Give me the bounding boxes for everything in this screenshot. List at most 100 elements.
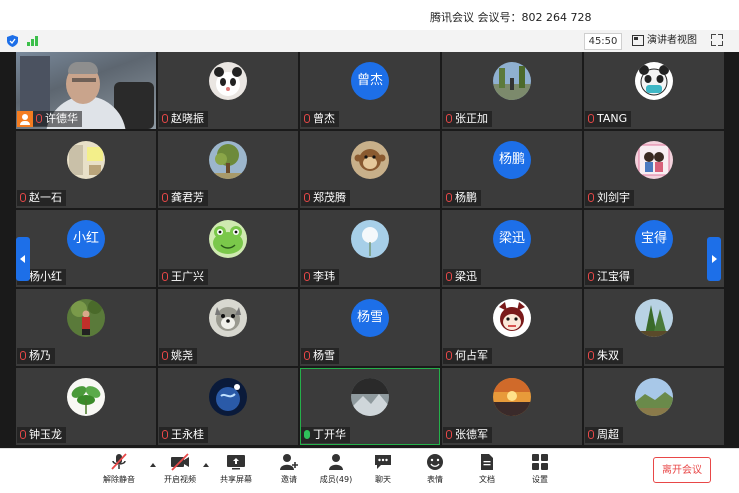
participant-name: 李玮 bbox=[313, 270, 335, 283]
participant-tile[interactable]: 曾杰 曾杰 bbox=[300, 52, 440, 129]
participant-tile[interactable]: 刘剑宇 bbox=[584, 131, 724, 208]
docs-label: 文档 bbox=[479, 475, 495, 484]
participant-name: 郑茂腾 bbox=[313, 191, 346, 204]
participant-tile[interactable]: 许德华 bbox=[16, 52, 156, 129]
participant-tile[interactable]: 周超 bbox=[584, 368, 724, 445]
participant-tile[interactable]: 张正加 bbox=[442, 52, 582, 129]
participant-name-bar: 何占军 bbox=[443, 348, 492, 364]
mic-muted-icon bbox=[162, 430, 168, 439]
mic-muted-icon bbox=[304, 272, 310, 281]
participant-name: 梁迅 bbox=[455, 270, 477, 283]
settings-button[interactable]: 设置 bbox=[518, 453, 562, 491]
unmute-label: 解除静音 bbox=[103, 475, 135, 484]
invite-label: 邀请 bbox=[281, 475, 297, 484]
settings-label: 设置 bbox=[532, 475, 548, 484]
participant-avatar bbox=[209, 141, 247, 179]
participant-avatar bbox=[67, 299, 105, 337]
participant-avatar bbox=[635, 141, 673, 179]
participant-name: 龚君芳 bbox=[171, 191, 204, 204]
mic-muted-icon bbox=[304, 193, 310, 202]
participant-avatar: 小红 bbox=[67, 220, 105, 258]
participant-tile[interactable]: 赵一石 bbox=[16, 131, 156, 208]
meeting-timer: 45:50 bbox=[584, 33, 622, 50]
emoji-button[interactable]: 表情 bbox=[413, 453, 457, 491]
participant-tile[interactable]: 杨鹏 杨鹏 bbox=[442, 131, 582, 208]
mic-on-icon bbox=[304, 430, 310, 439]
mic-muted-icon bbox=[588, 193, 594, 202]
mic-muted-icon bbox=[162, 114, 168, 123]
members-button[interactable]: 成员(49) bbox=[314, 453, 358, 491]
participant-name: 朱双 bbox=[597, 349, 619, 362]
participant-avatar bbox=[493, 299, 531, 337]
mic-muted-icon bbox=[446, 272, 452, 281]
participant-name-bar: 李玮 bbox=[301, 269, 339, 285]
participant-name-bar: 周超 bbox=[585, 427, 623, 443]
participant-tile[interactable]: 张德军 bbox=[442, 368, 582, 445]
unmute-button[interactable]: 解除静音 bbox=[97, 453, 141, 491]
participant-avatar bbox=[635, 62, 673, 100]
mic-muted-icon bbox=[588, 430, 594, 439]
participant-tile[interactable]: 王广兴 bbox=[158, 210, 298, 287]
participant-tile[interactable]: 李玮 bbox=[300, 210, 440, 287]
participant-name-bar: 梁迅 bbox=[443, 269, 481, 285]
mic-muted-icon bbox=[20, 351, 26, 360]
participant-tile[interactable]: 杨雪 杨雪 bbox=[300, 289, 440, 366]
participant-tile[interactable]: 宝得 江宝得 bbox=[584, 210, 724, 287]
participant-tile[interactable]: 梁迅 梁迅 bbox=[442, 210, 582, 287]
participant-name: 张德军 bbox=[455, 428, 488, 441]
next-page-button[interactable] bbox=[707, 237, 721, 281]
signal-icon[interactable] bbox=[27, 36, 39, 46]
participant-tile[interactable]: 杨乃 bbox=[16, 289, 156, 366]
docs-button[interactable]: 文档 bbox=[465, 453, 509, 491]
participant-name: 杨雪 bbox=[313, 349, 335, 362]
participant-name: 何占军 bbox=[455, 349, 488, 362]
video-options-icon[interactable] bbox=[203, 463, 209, 467]
participant-name-bar: 赵晓振 bbox=[159, 111, 208, 127]
share-screen-button[interactable]: 共享屏幕 bbox=[214, 453, 258, 491]
participant-tile[interactable]: 龚君芳 bbox=[158, 131, 298, 208]
participant-name-bar: 赵一石 bbox=[17, 190, 66, 206]
participant-name: 江宝得 bbox=[597, 270, 630, 283]
participant-name-bar: 江宝得 bbox=[585, 269, 634, 285]
participant-tile[interactable]: 丁开华 bbox=[300, 368, 440, 445]
participant-avatar bbox=[67, 378, 105, 416]
invite-button[interactable]: 邀请 bbox=[267, 453, 311, 491]
start-video-button[interactable]: 开启视频 bbox=[158, 453, 202, 491]
participant-tile[interactable]: 郑茂腾 bbox=[300, 131, 440, 208]
participant-tile[interactable]: 钟玉龙 bbox=[16, 368, 156, 445]
participant-name-bar: TANG bbox=[585, 111, 632, 127]
participant-name-bar: 杨乃 bbox=[17, 348, 55, 364]
members-label: 成员(49) bbox=[319, 475, 353, 484]
participant-avatar bbox=[351, 378, 389, 416]
document-icon bbox=[477, 453, 497, 471]
mic-muted-icon bbox=[162, 351, 168, 360]
participant-tile[interactable]: 赵晓振 bbox=[158, 52, 298, 129]
emoji-label: 表情 bbox=[427, 475, 443, 484]
members-icon bbox=[326, 453, 346, 471]
participant-tile[interactable]: TANG bbox=[584, 52, 724, 129]
mic-muted-icon bbox=[162, 272, 168, 281]
camera-off-icon bbox=[170, 453, 190, 471]
audio-options-icon[interactable] bbox=[150, 463, 156, 467]
participant-tile[interactable]: 小红 杨小红 bbox=[16, 210, 156, 287]
shield-icon[interactable] bbox=[7, 35, 18, 47]
fullscreen-icon[interactable] bbox=[711, 34, 723, 46]
leave-meeting-button[interactable]: 离开会议 bbox=[653, 457, 711, 483]
chat-button[interactable]: 聊天 bbox=[361, 453, 405, 491]
participant-name: 杨乃 bbox=[29, 349, 51, 362]
meeting-title: 腾讯会议 会议号：802 264 728 bbox=[430, 11, 592, 24]
participant-tile[interactable]: 姚尧 bbox=[158, 289, 298, 366]
participant-tile[interactable]: 何占军 bbox=[442, 289, 582, 366]
speaker-view-button[interactable]: 演讲者视图 bbox=[632, 33, 697, 49]
participant-name: 赵晓振 bbox=[171, 112, 204, 125]
prev-page-button[interactable] bbox=[16, 237, 30, 281]
mic-muted-icon bbox=[446, 193, 452, 202]
participant-name: 丁开华 bbox=[313, 428, 346, 441]
muted-mic-icon bbox=[109, 453, 129, 471]
mic-muted-icon bbox=[20, 430, 26, 439]
host-icon bbox=[17, 111, 33, 127]
participant-tile[interactable]: 朱双 bbox=[584, 289, 724, 366]
chat-label: 聊天 bbox=[375, 475, 391, 484]
participant-tile[interactable]: 王永桂 bbox=[158, 368, 298, 445]
participant-name-bar: 张正加 bbox=[443, 111, 492, 127]
